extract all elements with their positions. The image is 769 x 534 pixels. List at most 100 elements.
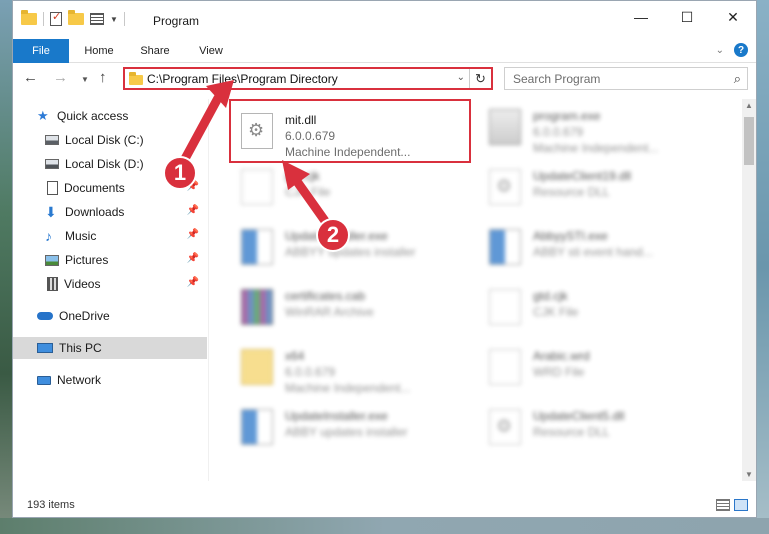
dll-icon	[241, 113, 273, 149]
file-item[interactable]: UpdateInstaller.exe ABBYY updates instal…	[233, 219, 473, 275]
search-box[interactable]: Search Program ⌕	[504, 67, 748, 90]
file-icon	[489, 289, 521, 325]
sidebar-item-label: Local Disk (D:)	[65, 157, 144, 171]
music-icon: ♪	[45, 228, 52, 244]
sidebar-item-label: Downloads	[65, 205, 125, 219]
sidebar-item-downloads[interactable]: ⬇ Downloads 📌	[13, 201, 207, 223]
properties-icon[interactable]	[50, 10, 62, 26]
file-name: gtd.cjk	[533, 289, 568, 303]
close-button[interactable]: ✕	[710, 1, 756, 33]
file-item[interactable]: UpdateClient19.dll Resource DLL	[481, 159, 721, 215]
up-arrow-icon[interactable]: ↑	[99, 69, 107, 86]
file-version: 6.0.0.679	[533, 125, 584, 139]
ribbon: File Home Share View ⌄ ?	[13, 39, 756, 63]
file-type: ABBYY updates installer	[285, 245, 416, 259]
sidebar-item-label: Network	[57, 373, 102, 387]
folder-icon	[21, 10, 37, 25]
details-view-icon[interactable]	[716, 499, 730, 511]
installer-icon	[489, 229, 521, 265]
sidebar-item-network[interactable]: Network	[13, 369, 207, 391]
exe-icon	[489, 109, 521, 145]
new-folder-icon[interactable]	[68, 10, 84, 25]
pin-icon[interactable]: 📌	[187, 205, 199, 216]
folder-zip-icon	[241, 349, 273, 385]
expand-ribbon-icon[interactable]: ⌄	[716, 45, 724, 56]
minimize-button[interactable]: —	[618, 1, 664, 33]
pin-icon[interactable]: 📌	[187, 229, 199, 240]
view-switcher	[716, 499, 748, 511]
scroll-thumb[interactable]	[744, 117, 754, 165]
videos-icon	[47, 277, 58, 291]
file-list: mit.dll 6.0.0.679 Machine Independent...…	[211, 99, 743, 481]
sidebar-item-label: This PC	[59, 341, 102, 355]
file-item[interactable]: AbbyySTI.exe ABBY sti event hand...	[481, 219, 721, 275]
desktop-background-right	[757, 0, 769, 534]
pin-icon[interactable]: 📌	[187, 277, 199, 288]
tab-share[interactable]: Share	[127, 39, 183, 63]
quick-access-toolbar: ▼	[21, 10, 125, 26]
file-item[interactable]: Arabic.wrd WRD File	[481, 339, 721, 395]
search-input[interactable]: Search Program	[513, 72, 600, 86]
file-item[interactable]: x64 6.0.0.679 Machine Independent...	[233, 339, 473, 395]
pictures-icon	[45, 254, 59, 266]
sidebar-item-label: OneDrive	[59, 309, 110, 323]
chevron-down-icon[interactable]: ⌄	[457, 72, 465, 83]
title-bar: ▼ Program — ☐ ✕	[13, 1, 756, 39]
back-arrow-icon[interactable]: ←	[23, 69, 38, 86]
file-item[interactable]: gtd.cjk CJK File	[481, 279, 721, 335]
sidebar-item-videos[interactable]: Videos 📌	[13, 273, 207, 295]
file-description: Machine Independent...	[285, 381, 411, 395]
this-pc-icon	[37, 343, 53, 353]
disk-icon	[45, 135, 59, 145]
recent-locations-icon[interactable]: ▼	[81, 75, 89, 84]
documents-icon	[47, 181, 58, 195]
pin-icon[interactable]: 📌	[187, 253, 199, 264]
sidebar-item-local-disk-c[interactable]: Local Disk (C:)	[13, 129, 207, 151]
view-toggle-icon[interactable]	[90, 13, 104, 25]
sidebar-item-music[interactable]: ♪ Music 📌	[13, 225, 207, 247]
toolbar-separator	[43, 12, 44, 26]
search-icon[interactable]: ⌕	[734, 71, 741, 87]
sidebar-item-label: Quick access	[57, 109, 129, 123]
address-path[interactable]: C:\Program Files\Program Directory	[147, 72, 338, 86]
file-name: AbbyySTI.exe	[533, 229, 608, 243]
vertical-scrollbar[interactable]: ▲ ▼	[742, 99, 756, 481]
file-item-mit-dll[interactable]: mit.dll 6.0.0.679 Machine Independent...	[229, 99, 471, 163]
help-icon[interactable]: ?	[734, 43, 748, 57]
file-item[interactable]: certificates.cab WinRAR Archive	[233, 279, 473, 335]
file-type: WinRAR Archive	[285, 305, 374, 319]
scroll-up-icon[interactable]: ▲	[745, 101, 753, 110]
file-item[interactable]: program.exe 6.0.0.679 Machine Independen…	[481, 99, 721, 155]
file-item[interactable]: UpdateClient5.dll Resource DLL	[481, 399, 721, 455]
file-item[interactable]: gtd.cjk CJK File	[233, 159, 473, 215]
tab-file[interactable]: File	[13, 39, 69, 63]
disk-icon	[45, 159, 59, 169]
file-type: ABBY sti event hand...	[533, 245, 653, 259]
forward-arrow-icon[interactable]: →	[53, 69, 68, 86]
item-count: 193 items	[27, 499, 75, 511]
step-1-badge: 1	[163, 156, 197, 190]
file-type: ABBY updates installer	[285, 425, 408, 439]
network-icon	[37, 375, 51, 385]
file-type: WRD File	[533, 365, 585, 379]
maximize-button[interactable]: ☐	[664, 1, 710, 33]
tab-home[interactable]: Home	[71, 39, 127, 63]
file-name: UpdateInstaller.exe	[285, 409, 388, 423]
customize-toolbar-icon[interactable]: ▼	[110, 15, 118, 24]
address-bar[interactable]: C:\Program Files\Program Directory ⌄ ↻	[123, 67, 493, 90]
sidebar-item-pictures[interactable]: Pictures 📌	[13, 249, 207, 271]
tiles-view-icon[interactable]	[734, 499, 748, 511]
sidebar-item-this-pc[interactable]: This PC	[13, 337, 207, 359]
scroll-down-icon[interactable]: ▼	[745, 470, 753, 479]
window-controls: — ☐ ✕	[618, 1, 756, 33]
file-description: Machine Independent...	[533, 141, 659, 155]
file-item[interactable]: UpdateInstaller.exe ABBY updates install…	[233, 399, 473, 455]
downloads-icon: ⬇	[45, 204, 57, 220]
sidebar-item-onedrive[interactable]: OneDrive	[13, 305, 207, 327]
tab-view[interactable]: View	[183, 39, 239, 63]
star-icon: ★	[37, 108, 49, 123]
sidebar-item-quick-access[interactable]: ★ Quick access	[13, 105, 207, 127]
dll-icon	[489, 409, 521, 445]
refresh-icon[interactable]: ↻	[469, 69, 491, 88]
sidebar-item-label: Music	[65, 229, 97, 243]
